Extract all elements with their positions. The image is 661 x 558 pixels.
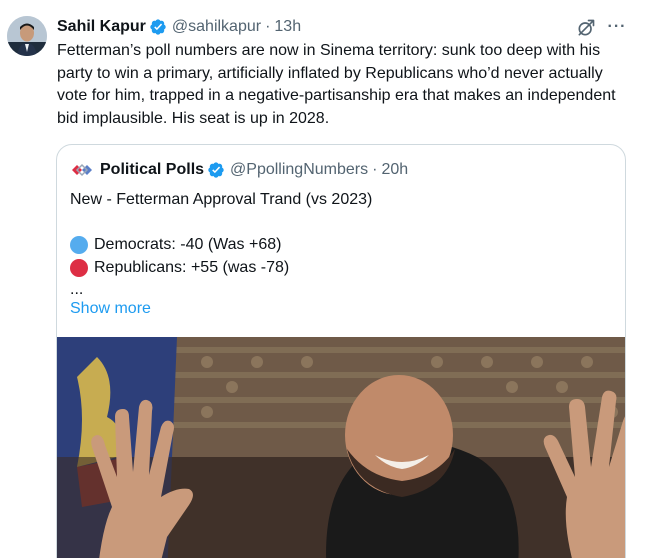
author-name[interactable]: Sahil Kapur [57, 17, 146, 37]
quoted-tweet-text: New - Fetterman Approval Trand (vs 2023)… [70, 189, 610, 302]
verified-badge-icon [150, 19, 166, 35]
quoted-title-text: New - Fetterman Approval Trand (vs 2023) [70, 191, 373, 208]
quoted-line-ellipsis: ... [70, 279, 610, 302]
red-circle-icon [70, 258, 88, 277]
democrats-text: Democrats: -40 (Was +68) [94, 236, 282, 253]
quoted-line-title: New - Fetterman Approval Trand (vs 2023) [70, 189, 610, 212]
quoted-tweet-header: Political Polls @PpollingNumbers · 20h [70, 160, 408, 180]
quoted-tweet[interactable]: Political Polls @PpollingNumbers · 20h N… [56, 144, 626, 558]
quoted-author-handle[interactable]: @PpollingNumbers [230, 160, 368, 180]
show-more-link[interactable]: Show more [70, 299, 151, 319]
republicans-text: Republicans: +55 (was -78) [94, 258, 290, 276]
avatar[interactable] [7, 16, 47, 56]
quoted-media-photo[interactable] [57, 337, 625, 558]
quoted-line-democrats: Democrats: -40 (Was +68) [70, 234, 610, 257]
quoted-timestamp[interactable]: 20h [381, 160, 408, 180]
grok-icon[interactable] [576, 18, 596, 38]
tweet-text: Fetterman’s poll numbers are now in Sine… [57, 42, 616, 127]
separator: · [265, 18, 271, 35]
tweet-header: Sahil Kapur @sahilkapur · 13h [57, 16, 631, 38]
blue-circle-icon [70, 236, 88, 255]
more-icon[interactable]: ··· [606, 16, 628, 38]
quoted-author-name[interactable]: Political Polls [100, 160, 204, 180]
author-handle[interactable]: @sahilkapur [172, 17, 261, 37]
quoted-line-republicans: Republicans: +55 (was -78) [70, 257, 610, 280]
tweet[interactable]: Sahil Kapur @sahilkapur · 13h ··· Fetter… [0, 0, 661, 558]
verified-badge-icon [208, 162, 224, 178]
timestamp[interactable]: 13h [274, 17, 301, 37]
separator: · [372, 161, 378, 178]
political-polls-logo [72, 163, 92, 177]
